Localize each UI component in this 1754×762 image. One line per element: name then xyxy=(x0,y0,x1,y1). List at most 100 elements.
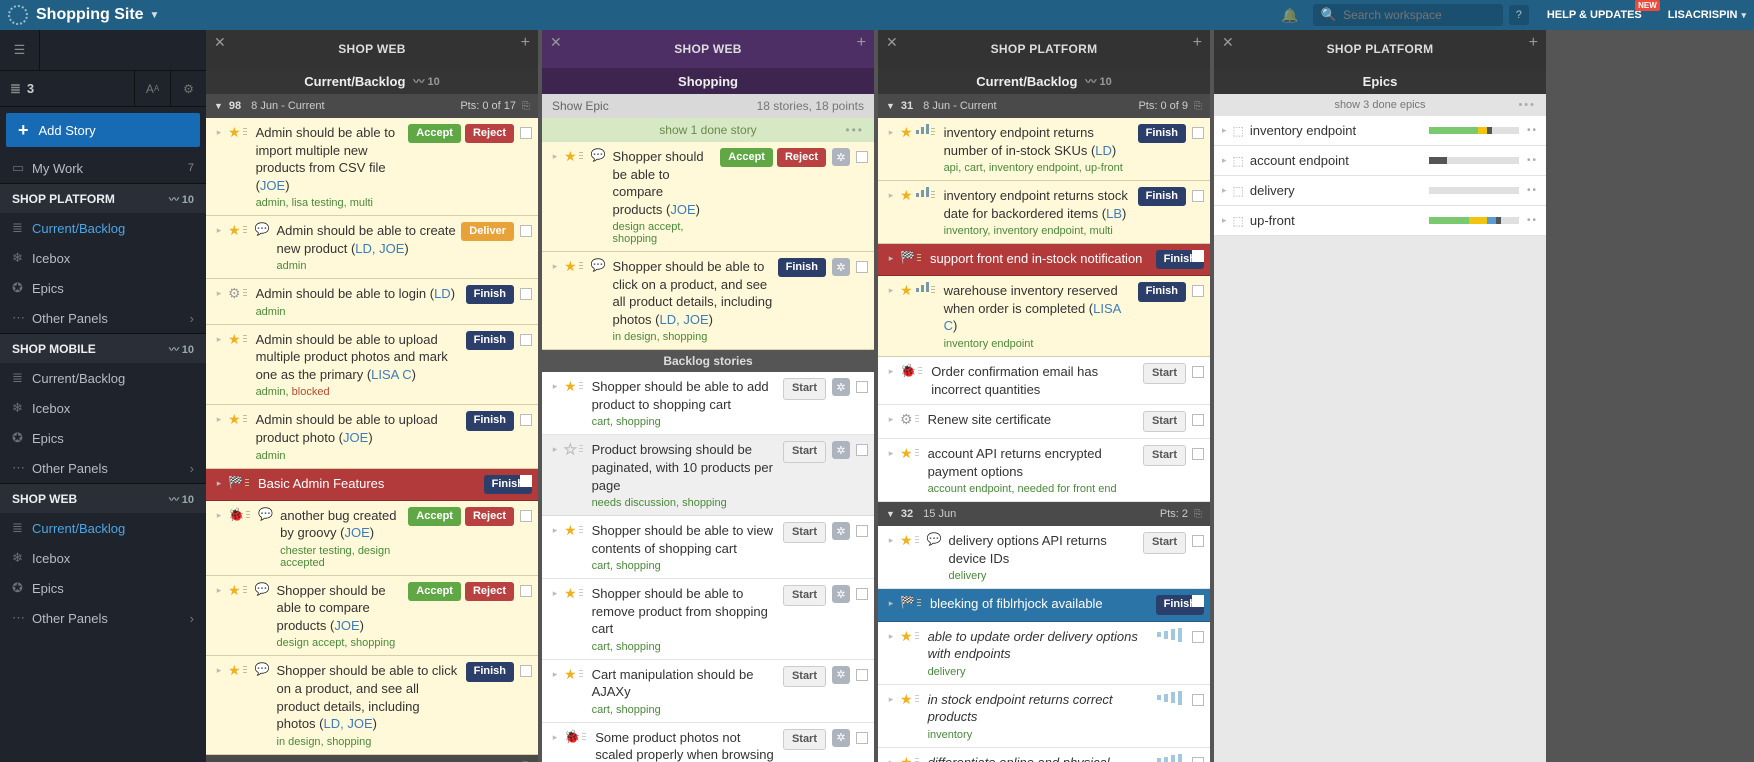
story-checkbox[interactable] xyxy=(520,665,532,677)
finish-button[interactable]: Finish xyxy=(1138,187,1186,206)
story-card[interactable]: ▸ ★ account API returns encrypted paymen… xyxy=(878,439,1210,502)
story-checkbox[interactable] xyxy=(520,334,532,346)
star-icon[interactable]: ★ xyxy=(228,125,241,139)
story-checkbox[interactable] xyxy=(1192,757,1204,762)
font-size-button[interactable]: AA xyxy=(134,71,170,106)
sidebar-item[interactable]: ❄Icebox xyxy=(0,543,206,573)
star-icon[interactable]: ★ xyxy=(228,583,241,597)
story-labels[interactable]: inventory endpoint xyxy=(944,338,1134,350)
story-card[interactable]: ▸ 🐞 Order confirmation email has incorre… xyxy=(878,357,1210,405)
story-labels[interactable]: chester testing, design accepted xyxy=(280,545,404,569)
drag-handle[interactable] xyxy=(577,526,585,533)
drag-handle[interactable] xyxy=(241,128,249,135)
sidebar-section[interactable]: SHOP PLATFORM10 xyxy=(0,183,206,213)
story-card[interactable]: ▸ ★ warehouse inventory reserved when or… xyxy=(878,276,1210,357)
story-card[interactable]: ▸ ★ 💬 delivery options API returns devic… xyxy=(878,526,1210,589)
star-icon[interactable]: ★ xyxy=(228,332,241,346)
star-icon[interactable]: ★ xyxy=(900,755,913,762)
story-card[interactable]: ▸ ★ able to update order delivery option… xyxy=(878,622,1210,685)
story-labels[interactable]: delivery xyxy=(949,570,1139,582)
story-labels[interactable]: inventory, inventory endpoint, multi xyxy=(944,225,1134,237)
panel-count[interactable]: 3 xyxy=(0,71,134,106)
story-card[interactable]: ▸ ⚙ Admin should be able to login (LD)ad… xyxy=(206,279,538,325)
expand-icon[interactable]: ▸ xyxy=(889,414,894,425)
story-labels[interactable]: account endpoint, needed for front end xyxy=(928,483,1139,495)
epic-row[interactable]: ▸ ⬚ inventory endpoint •• xyxy=(1214,116,1546,146)
story-card[interactable]: ▸ ★ Shopper should be able to view conte… xyxy=(542,516,874,579)
start-button[interactable]: Start xyxy=(783,522,826,543)
epic-subheader[interactable]: Show Epic18 stories, 18 points xyxy=(542,94,874,118)
iteration-header[interactable]: ▼318 Jun - CurrentPts: 0 of 9⎘ xyxy=(878,94,1210,118)
start-button[interactable]: Start xyxy=(783,585,826,606)
story-labels[interactable]: admin, lisa testing, multi xyxy=(256,197,405,209)
start-button[interactable]: Start xyxy=(783,729,826,750)
story-card[interactable]: ▸ ★ Admin should be able to upload produ… xyxy=(206,405,538,468)
expand-icon[interactable]: ▸ xyxy=(553,151,558,162)
start-button[interactable]: Start xyxy=(1143,532,1186,553)
story-checkbox[interactable] xyxy=(520,127,532,139)
story-card[interactable]: ▸ ★ 💬 Shopper should be able to click on… xyxy=(206,656,538,754)
expand-icon[interactable]: ▸ xyxy=(217,414,222,425)
story-labels[interactable]: admin xyxy=(256,450,462,462)
story-card[interactable]: ▸ ★ Product browsing should be paginated… xyxy=(542,435,874,516)
expand-icon[interactable]: ▸ xyxy=(889,127,894,138)
start-button[interactable]: Start xyxy=(783,378,826,399)
drag-handle[interactable] xyxy=(577,382,585,389)
finish-button[interactable]: Finish xyxy=(778,258,826,277)
my-work-nav[interactable]: ▭ My Work 7 xyxy=(0,153,206,183)
story-checkbox[interactable] xyxy=(1192,694,1204,706)
story-menu-icon[interactable]: ✲ xyxy=(832,666,850,684)
star-icon[interactable]: ★ xyxy=(228,223,241,237)
story-card[interactable]: ▸ 🏁 support front end in-stock notificat… xyxy=(878,244,1210,276)
expand-icon[interactable]: ▸ xyxy=(217,127,222,138)
story-card[interactable]: ▸ ★ 💬 Shopper should be able to compare … xyxy=(542,142,874,252)
expand-icon[interactable]: ▸ xyxy=(553,669,558,680)
iteration-header[interactable]: ▼3215 JunPts: 2⎘ xyxy=(878,502,1210,526)
estimate-picker[interactable] xyxy=(1157,628,1182,642)
story-checkbox[interactable] xyxy=(520,414,532,426)
expand-icon[interactable]: ▸ xyxy=(889,757,894,762)
story-labels[interactable]: in design, shopping xyxy=(613,331,774,343)
sidebar-item[interactable]: ✪Epics xyxy=(0,573,206,603)
drag-handle[interactable] xyxy=(916,367,924,374)
add-icon[interactable]: + xyxy=(1529,34,1538,52)
story-labels[interactable]: inventory xyxy=(928,729,1153,741)
iteration-header[interactable]: ▼9915 JunPts: 9⎘ xyxy=(206,755,538,762)
story-menu-icon[interactable]: ✲ xyxy=(832,258,850,276)
show-done-row[interactable]: show 1 done story••• xyxy=(542,118,874,142)
reject-button[interactable]: Reject xyxy=(777,148,826,167)
drag-handle[interactable] xyxy=(577,152,585,159)
story-checkbox[interactable] xyxy=(856,588,868,600)
start-button[interactable]: Start xyxy=(783,666,826,687)
expand-icon[interactable]: ▸ xyxy=(889,535,894,546)
bell-icon[interactable]: 🔔 xyxy=(1281,7,1298,24)
drag-handle[interactable] xyxy=(241,666,249,673)
story-card[interactable]: ▸ ★ inventory endpoint returns number of… xyxy=(878,118,1210,181)
finish-button[interactable]: Finish xyxy=(466,285,514,304)
story-card[interactable]: ▸ ★ 💬 Shopper should be able to click on… xyxy=(542,252,874,350)
expand-icon[interactable]: ▸ xyxy=(553,588,558,599)
story-card[interactable]: ▸ 🏁 bleeking of fiblrhjock available Fin… xyxy=(878,589,1210,621)
story-checkbox[interactable] xyxy=(1192,448,1204,460)
story-card[interactable]: ▸ 🐞 💬 another bug created by groovy (JOE… xyxy=(206,501,538,576)
story-labels[interactable]: in design, shopping xyxy=(277,736,462,748)
expand-icon[interactable]: ▸ xyxy=(553,525,558,536)
close-icon[interactable]: ✕ xyxy=(1222,34,1234,51)
sidebar-item[interactable]: ⋯Other Panels xyxy=(0,303,206,333)
star-icon[interactable]: ★ xyxy=(900,188,913,202)
start-button[interactable]: Start xyxy=(1143,445,1186,466)
story-checkbox[interactable] xyxy=(520,585,532,597)
drag-handle[interactable] xyxy=(244,511,252,518)
story-checkbox[interactable] xyxy=(520,288,532,300)
star-icon[interactable]: ★ xyxy=(564,442,577,456)
deliver-button[interactable]: Deliver xyxy=(461,222,514,241)
estimate-picker[interactable] xyxy=(1157,691,1182,705)
expand-icon[interactable]: ▸ xyxy=(217,665,222,676)
star-icon[interactable]: ★ xyxy=(564,667,577,681)
drag-handle[interactable] xyxy=(241,335,249,342)
story-card[interactable]: ▸ ★ Shopper should be able to add produc… xyxy=(542,372,874,435)
sidebar-item[interactable]: ⋯Other Panels xyxy=(0,453,206,483)
story-checkbox[interactable] xyxy=(520,510,532,522)
sidebar-item[interactable]: ≣Current/Backlog xyxy=(0,513,206,543)
story-labels[interactable]: design accept, shopping xyxy=(277,637,405,649)
